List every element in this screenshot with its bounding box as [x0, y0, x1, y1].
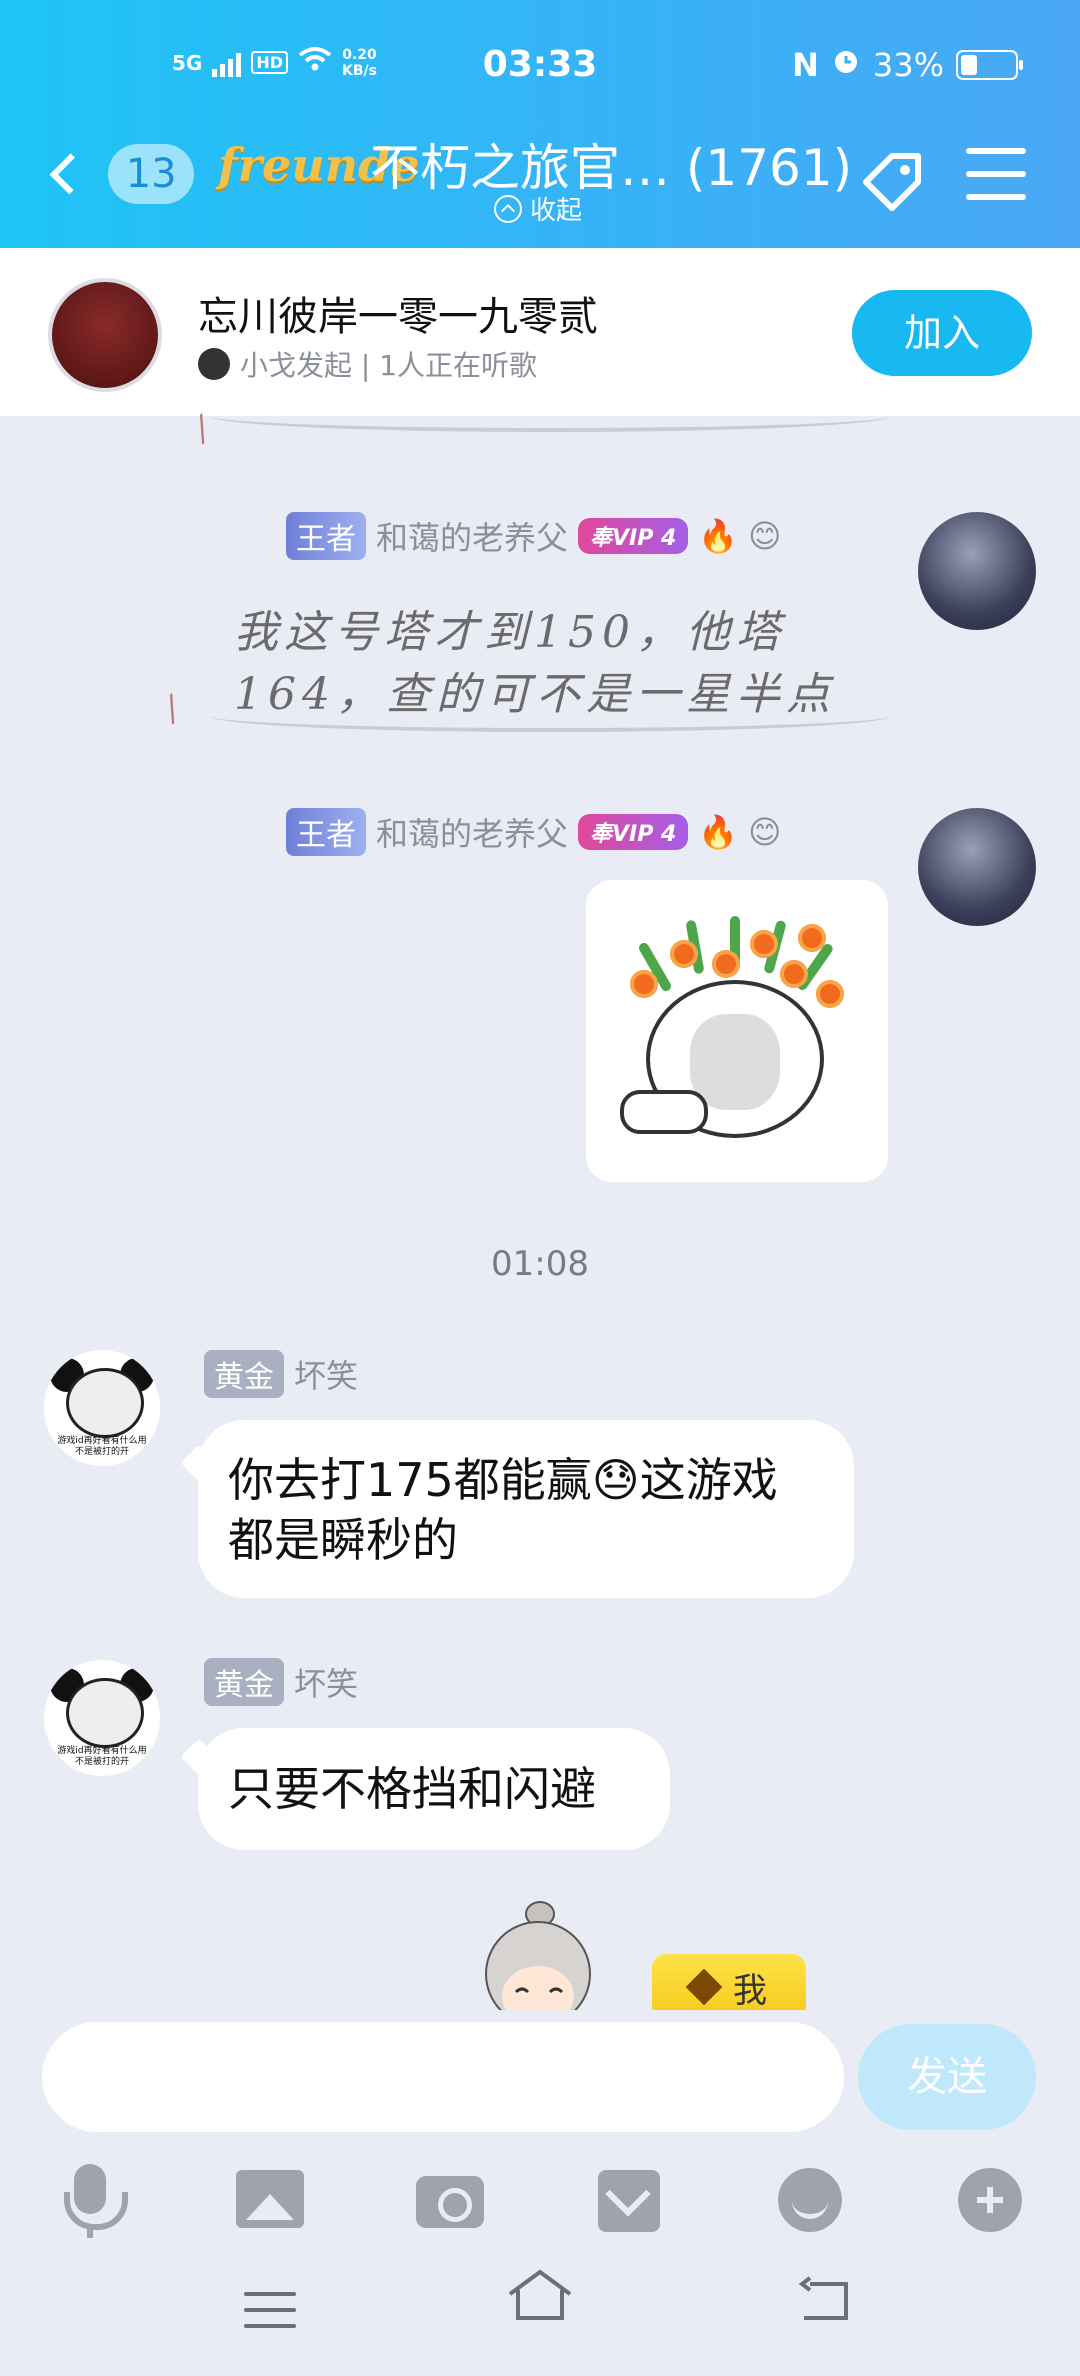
message-decoration	[210, 700, 890, 732]
vip-badge: 奉VIP 4	[578, 518, 689, 554]
send-button[interactable]: 发送	[858, 2024, 1036, 2130]
listen-together-bar[interactable]: 忘川彼岸一零一九零贰 小戈发起 | 1人正在听歌 加入	[0, 248, 1080, 416]
initiator-avatar	[198, 348, 230, 380]
cigarette-icon: ⁄	[159, 691, 187, 729]
text-message[interactable]: 你去打175都能赢😓这游戏 都是瞬秒的	[198, 1420, 854, 1598]
message-line: 只要不格挡和闪避	[228, 1762, 596, 1816]
message-input[interactable]	[42, 2022, 844, 2132]
avatar[interactable]: 游戏id再好看有什么用 不是被打的开	[44, 1660, 160, 1776]
alarm-icon	[831, 46, 861, 84]
rank-badge: 王者	[286, 512, 366, 560]
listen-avatar	[48, 278, 162, 392]
flower-face-icon: 😊	[748, 517, 782, 555]
rank-badge: 王者	[286, 808, 366, 856]
sender-name[interactable]: 和蔼的老养父	[376, 513, 568, 559]
sender-name[interactable]: 和蔼的老养父	[376, 809, 568, 855]
message-meta: 王者 和蔼的老养父 奉VIP 4 🔥 😊	[286, 512, 782, 560]
avatar-caption: 游戏id再好看有什么用 不是被打的开	[57, 1746, 147, 1767]
tag-icon[interactable]	[858, 146, 928, 216]
system-menu-button[interactable]	[244, 2292, 296, 2332]
me-label: 我	[733, 1970, 767, 2011]
image-icon	[236, 2170, 304, 2228]
message-meta: 王者 和蔼的老养父 奉VIP 4 🔥 😊	[286, 808, 782, 856]
join-button[interactable]: 加入	[852, 290, 1032, 376]
chat-header: 5G HD 0.20 KB/s 03:33 N 33% 13 freunde 不…	[0, 0, 1080, 248]
plus-icon	[958, 2168, 1022, 2232]
unread-count-badge: 13	[108, 144, 194, 204]
battery-level	[961, 55, 977, 75]
rank-badge: 黄金	[204, 1350, 284, 1398]
system-home-button[interactable]	[504, 2266, 576, 2326]
listen-subtitle: 小戈发起 | 1人正在听歌	[240, 349, 538, 382]
system-back-button[interactable]	[796, 2276, 852, 2326]
message-line: 你去打175都能赢😓这游戏	[228, 1453, 778, 1507]
text-message[interactable]: 只要不格挡和闪避	[198, 1728, 670, 1850]
title-bar: 13 freunde 不朽之旅官… (1761) 收起	[0, 128, 1080, 228]
sticker-message[interactable]	[586, 880, 888, 1182]
sender-name[interactable]: 坏笑	[294, 1351, 358, 1397]
collapse-label: 收起	[530, 196, 583, 226]
avatar[interactable]	[918, 512, 1036, 630]
message-line: 都是瞬秒的	[228, 1513, 458, 1567]
nfc-icon: N	[792, 46, 819, 84]
voice-button[interactable]	[50, 2160, 130, 2240]
battery-percent: 33%	[872, 46, 944, 84]
red-packet-button[interactable]	[590, 2160, 670, 2240]
time-separator: 01:08	[491, 1244, 589, 1284]
rank-badge: 黄金	[204, 1658, 284, 1706]
avatar[interactable]: 游戏id再好看有什么用 不是被打的开	[44, 1350, 160, 1466]
message-meta: 黄金 坏笑	[204, 1658, 358, 1706]
envelope-icon	[598, 2170, 660, 2232]
return-icon	[798, 2276, 848, 2320]
camera-icon	[416, 2176, 484, 2228]
flower-face-icon: 😊	[748, 813, 782, 851]
smile-icon	[778, 2168, 842, 2232]
listen-subtitle-row: 小戈发起 | 1人正在听歌	[198, 344, 537, 384]
sender-name[interactable]: 坏笑	[294, 1659, 358, 1705]
message-meta: 黄金 坏笑	[204, 1350, 358, 1398]
collapse-button[interactable]: 收起	[494, 190, 582, 227]
emoji-button[interactable]	[770, 2160, 850, 2240]
meme-hand	[620, 1090, 708, 1134]
avatar[interactable]	[918, 808, 1036, 926]
vip-badge: 奉VIP 4	[578, 814, 689, 850]
fire-icon: 🔥	[698, 813, 739, 851]
more-button[interactable]	[950, 2160, 1030, 2240]
chevron-left-icon	[49, 153, 91, 195]
diamond-icon	[685, 1968, 723, 2006]
menu-icon[interactable]	[966, 148, 1026, 200]
chevron-up-icon	[494, 194, 522, 223]
back-button[interactable]: 13	[44, 142, 194, 206]
camera-button[interactable]	[410, 2160, 490, 2240]
avatar-caption: 游戏id再好看有什么用 不是被打的开	[57, 1436, 147, 1457]
message-line: 我这号塔才到150，他塔	[234, 607, 786, 658]
home-icon	[508, 2269, 572, 2320]
status-right: N 33%	[792, 46, 1023, 84]
group-title[interactable]: 不朽之旅官… (1761)	[370, 128, 852, 200]
image-button[interactable]	[230, 2160, 310, 2240]
status-bar: 5G HD 0.20 KB/s 03:33 N 33%	[0, 38, 1080, 92]
battery-icon	[956, 50, 1023, 80]
message-decoration	[210, 400, 890, 432]
fire-icon: 🔥	[698, 517, 739, 555]
listen-title: 忘川彼岸一零一九零贰	[198, 294, 598, 340]
